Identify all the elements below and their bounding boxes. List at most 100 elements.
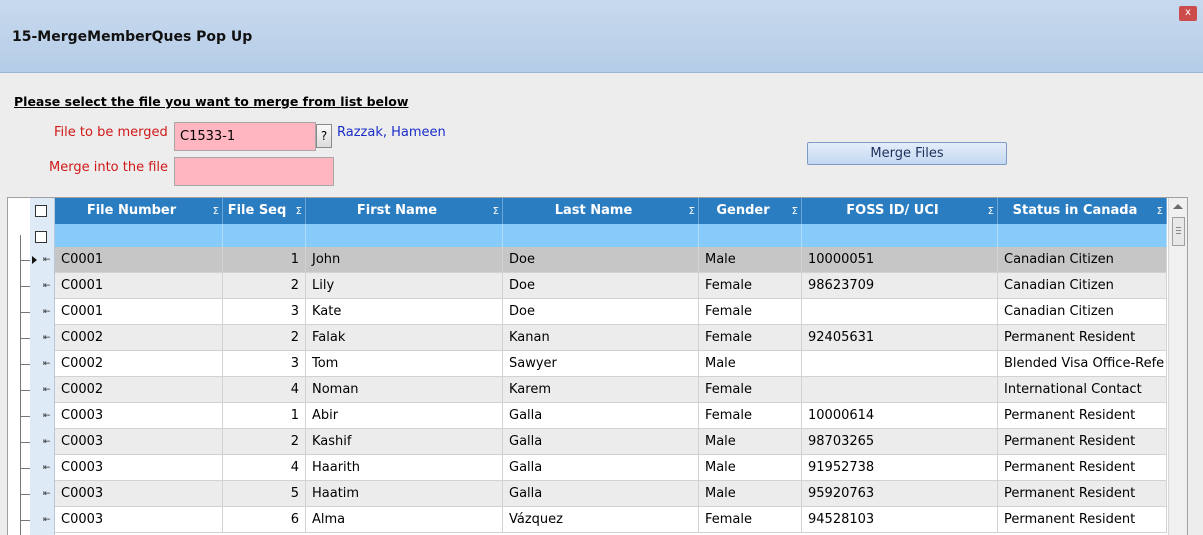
cell-file-seq[interactable]: 5	[223, 481, 306, 506]
table-row[interactable]: C0002 2 Falak Kanan Female 92405631 Permanent …	[55, 325, 1167, 351]
cell-status-in-canada[interactable]: Permanent Resident	[998, 403, 1167, 428]
cell-gender[interactable]: Male	[699, 247, 802, 272]
cell-foss-id[interactable]	[802, 299, 998, 324]
cell-last-name[interactable]: Doe	[503, 247, 699, 272]
cell-foss-id[interactable]: 98623709	[802, 273, 998, 298]
cell-file-seq[interactable]: 6	[223, 507, 306, 532]
table-row[interactable]: C0003 6 Alma Vázquez Female 94528103 Permanent…	[55, 507, 1167, 533]
cell-gender[interactable]: Male	[699, 429, 802, 454]
cell-status-in-canada[interactable]: Canadian Citizen	[998, 247, 1167, 272]
cell-file-number[interactable]: C0003	[55, 429, 223, 454]
cell-last-name[interactable]: Doe	[503, 273, 699, 298]
cell-first-name[interactable]: Alma	[306, 507, 503, 532]
cell-file-seq[interactable]: 2	[223, 325, 306, 350]
cell-file-seq[interactable]: 1	[223, 403, 306, 428]
table-row[interactable]: C0001 2 Lily Doe Female 98623709 Canadian Citi…	[55, 273, 1167, 299]
pin-row-icon[interactable]: ⇤	[43, 333, 51, 343]
cell-first-name[interactable]: Haarith	[306, 455, 503, 480]
sum-icon[interactable]: Σ	[1157, 206, 1163, 217]
cell-foss-id[interactable]: 10000614	[802, 403, 998, 428]
lookup-button[interactable]: ?	[316, 124, 332, 148]
cell-file-seq[interactable]: 2	[223, 429, 306, 454]
cell-file-number[interactable]: C0002	[55, 325, 223, 350]
cell-status-in-canada[interactable]: Permanent Resident	[998, 325, 1167, 350]
column-header-gender[interactable]: Gender Σ	[699, 198, 802, 224]
cell-gender[interactable]: Female	[699, 507, 802, 532]
scroll-thumb[interactable]	[1172, 217, 1185, 246]
pin-row-icon[interactable]: ⇤	[43, 255, 51, 265]
close-button[interactable]: x	[1179, 6, 1197, 21]
cell-status-in-canada[interactable]: Permanent Resident	[998, 455, 1167, 480]
merge-into-input[interactable]	[174, 157, 334, 186]
cell-foss-id[interactable]: 92405631	[802, 325, 998, 350]
cell-file-number[interactable]: C0001	[55, 299, 223, 324]
cell-first-name[interactable]: Falak	[306, 325, 503, 350]
cell-status-in-canada[interactable]: Permanent Resident	[998, 507, 1167, 532]
table-row[interactable]: C0002 3 Tom Sawyer Male Blended Visa Office-R…	[55, 351, 1167, 377]
filter-cell-gender[interactable]	[699, 224, 802, 247]
cell-file-seq[interactable]: 1	[223, 247, 306, 272]
filter-cell-file-number[interactable]	[55, 224, 223, 247]
cell-last-name[interactable]: Galla	[503, 429, 699, 454]
cell-gender[interactable]: Female	[699, 377, 802, 402]
cell-file-seq[interactable]: 4	[223, 455, 306, 480]
table-row[interactable]: C0002 4 Noman Karem Female International Cont…	[55, 377, 1167, 403]
table-row[interactable]: C0001 3 Kate Doe Female Canadian Citizen	[55, 299, 1167, 325]
filter-cell-first-name[interactable]	[306, 224, 503, 247]
cell-first-name[interactable]: Kashif	[306, 429, 503, 454]
cell-status-in-canada[interactable]: International Contact	[998, 377, 1167, 402]
table-row[interactable]: C0003 1 Abir Galla Female 10000614 Permanent R…	[55, 403, 1167, 429]
cell-last-name[interactable]: Kanan	[503, 325, 699, 350]
cell-foss-id[interactable]: 94528103	[802, 507, 998, 532]
cell-first-name[interactable]: Noman	[306, 377, 503, 402]
cell-file-number[interactable]: C0001	[55, 273, 223, 298]
filter-clear-icon[interactable]	[35, 231, 47, 243]
cell-file-number[interactable]: C0003	[55, 455, 223, 480]
cell-gender[interactable]: Female	[699, 325, 802, 350]
pin-row-icon[interactable]: ⇤	[43, 281, 51, 291]
filter-cell-last-name[interactable]	[503, 224, 699, 247]
table-row[interactable]: C0003 5 Haatim Galla Male 95920763 Permanent R…	[55, 481, 1167, 507]
cell-file-seq[interactable]: 4	[223, 377, 306, 402]
cell-last-name[interactable]: Galla	[503, 403, 699, 428]
cell-file-number[interactable]: C0003	[55, 507, 223, 532]
column-header-status-in-canada[interactable]: Status in Canada Σ	[998, 198, 1167, 224]
cell-first-name[interactable]: Tom	[306, 351, 503, 376]
table-row[interactable]: C0003 4 Haarith Galla Male 91952738 Permanent …	[55, 455, 1167, 481]
pin-row-icon[interactable]: ⇤	[43, 489, 51, 499]
table-row[interactable]: C0001 1 John Doe Male 10000051 Canadian Citize…	[55, 247, 1167, 273]
file-to-merge-input[interactable]: C1533-1	[174, 122, 316, 151]
sum-icon[interactable]: Σ	[988, 206, 994, 217]
column-header-last-name[interactable]: Last Name Σ	[503, 198, 699, 224]
cell-file-seq[interactable]: 2	[223, 273, 306, 298]
cell-file-number[interactable]: C0002	[55, 351, 223, 376]
vertical-scrollbar[interactable]	[1168, 198, 1187, 535]
pin-row-icon[interactable]: ⇤	[43, 359, 51, 369]
sum-icon[interactable]: Σ	[296, 206, 302, 217]
sum-icon[interactable]: Σ	[493, 206, 499, 217]
filter-cell-status-in-canada[interactable]	[998, 224, 1167, 247]
cell-status-in-canada[interactable]: Canadian Citizen	[998, 299, 1167, 324]
column-chooser-icon[interactable]	[35, 205, 47, 217]
cell-gender[interactable]: Male	[699, 481, 802, 506]
cell-file-seq[interactable]: 3	[223, 299, 306, 324]
cell-gender[interactable]: Male	[699, 351, 802, 376]
scroll-up-arrow-icon[interactable]	[1173, 204, 1183, 209]
cell-foss-id[interactable]	[802, 351, 998, 376]
sum-icon[interactable]: Σ	[213, 206, 219, 217]
cell-first-name[interactable]: John	[306, 247, 503, 272]
cell-first-name[interactable]: Lily	[306, 273, 503, 298]
cell-foss-id[interactable]: 91952738	[802, 455, 998, 480]
cell-file-number[interactable]: C0003	[55, 403, 223, 428]
pin-row-icon[interactable]: ⇤	[43, 437, 51, 447]
sum-icon[interactable]: Σ	[689, 206, 695, 217]
cell-status-in-canada[interactable]: Canadian Citizen	[998, 273, 1167, 298]
member-name-link[interactable]: Razzak, Hameen	[337, 125, 446, 140]
column-header-first-name[interactable]: First Name Σ	[306, 198, 503, 224]
cell-file-number[interactable]: C0003	[55, 481, 223, 506]
cell-first-name[interactable]: Haatim	[306, 481, 503, 506]
cell-last-name[interactable]: Doe	[503, 299, 699, 324]
filter-cell-file-seq[interactable]	[223, 224, 306, 247]
filter-row[interactable]	[55, 224, 1167, 247]
cell-foss-id[interactable]: 95920763	[802, 481, 998, 506]
